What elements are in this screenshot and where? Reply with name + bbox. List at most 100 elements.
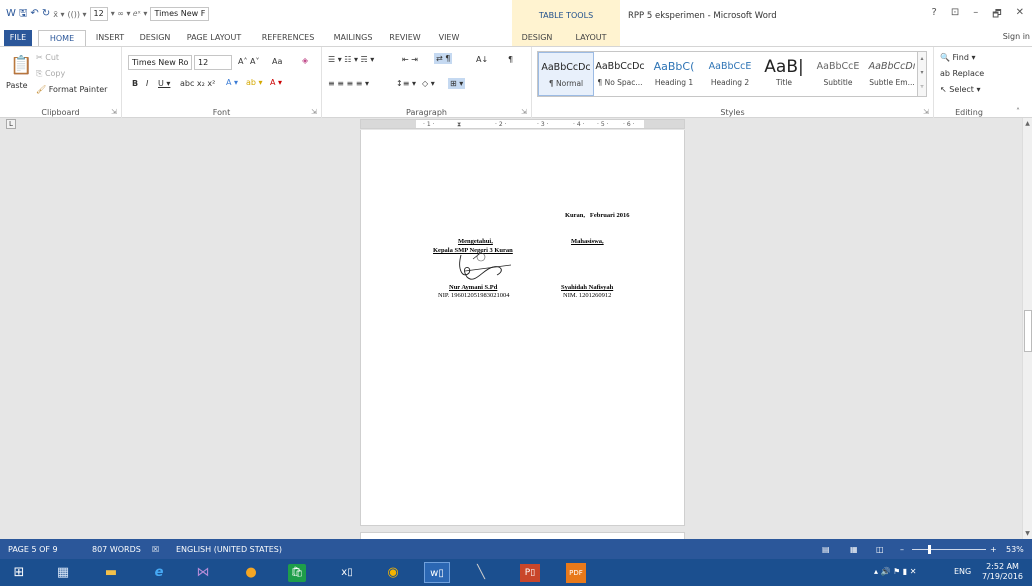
style-subtle-emphasis[interactable]: AaBbCcDı Subtle Em...: [864, 52, 920, 96]
print-layout-icon[interactable]: ▦: [850, 545, 858, 554]
tab-design[interactable]: DESIGN: [134, 30, 176, 46]
font-color-icon[interactable]: A ▾: [270, 78, 282, 87]
scroll-thumb[interactable]: [1024, 310, 1032, 352]
redo-icon[interactable]: ↻: [42, 7, 50, 21]
show-marks-icon[interactable]: ⇄ ¶: [434, 53, 453, 64]
highlight-icon[interactable]: ab ▾: [246, 78, 263, 87]
paste-button[interactable]: Paste: [6, 81, 28, 90]
style-title[interactable]: AaB| Title: [756, 52, 812, 96]
tab-review[interactable]: REVIEW: [382, 30, 428, 46]
style-heading-1[interactable]: AaBbC( Heading 1: [646, 52, 702, 96]
bullets-icon[interactable]: ☰ ▾ ☷ ▾ ☴ ▾: [328, 55, 374, 64]
zoom-level[interactable]: 53%: [1006, 545, 1024, 554]
scroll-down-icon[interactable]: ▼: [1023, 530, 1032, 537]
clipboard-launcher-icon[interactable]: ⇲: [111, 108, 117, 116]
equation-icon[interactable]: (()) ▾: [68, 10, 87, 19]
pdf-icon[interactable]: PDF: [566, 563, 586, 583]
read-mode-icon[interactable]: ▤: [822, 545, 830, 554]
sign-in-link[interactable]: Sign in: [1003, 32, 1030, 41]
borders-icon[interactable]: ⊞ ▾: [448, 78, 466, 89]
tab-references[interactable]: REFERENCES: [252, 30, 324, 46]
grow-font-icon[interactable]: A˄ A˅: [238, 57, 260, 66]
line-spacing-icon[interactable]: ↕≡ ▾: [396, 79, 416, 88]
tab-file[interactable]: FILE: [4, 30, 32, 46]
copy-button[interactable]: ⎘ Copy: [36, 69, 65, 79]
media-icon[interactable]: ●: [240, 562, 262, 583]
font-launcher-icon[interactable]: ⇲: [311, 108, 317, 116]
paragraph-launcher-icon[interactable]: ⇲: [521, 108, 527, 116]
strikethrough-icon[interactable]: abc x₂ x²: [180, 79, 215, 88]
format-painter-button[interactable]: 🖌 Format Painter: [36, 85, 107, 94]
word-icon[interactable]: w▯: [424, 562, 450, 583]
page-count[interactable]: PAGE 5 OF 9: [8, 545, 58, 554]
font-size-select[interactable]: 12: [194, 55, 232, 70]
subscript-icon[interactable]: x̄ ▾: [53, 10, 64, 19]
file-explorer-icon[interactable]: ▬: [100, 562, 122, 583]
close-icon[interactable]: ✕: [1016, 7, 1024, 24]
tab-page-layout[interactable]: PAGE LAYOUT: [180, 30, 248, 46]
tool-icon[interactable]: ╲: [470, 562, 492, 583]
next-page[interactable]: [360, 532, 685, 539]
zoom-slider[interactable]: [912, 545, 986, 554]
vertical-scrollbar[interactable]: ▲ ▼: [1022, 118, 1032, 539]
bold-icon[interactable]: B: [132, 79, 138, 88]
help-icon[interactable]: ?: [932, 7, 937, 24]
ribbon-display-icon[interactable]: ⊡: [951, 7, 959, 24]
horizontal-ruler[interactable]: · 1 · ⧗ · 2 · · 3 · · 4 · · 5 · · 6 ·: [360, 119, 685, 129]
tab-mailings[interactable]: MAILINGS: [328, 30, 378, 46]
calculator-icon[interactable]: ▦: [52, 562, 74, 583]
document-page[interactable]: Kuran, Februari 2016 Mengetahui, Kepala …: [360, 130, 685, 526]
qat-font-name[interactable]: Times New F: [150, 7, 210, 21]
clear-format-icon[interactable]: ◈: [302, 56, 308, 65]
tab-insert[interactable]: INSERT: [90, 30, 130, 46]
document-area[interactable]: Kuran, Februari 2016 Mengetahui, Kepala …: [0, 130, 1022, 539]
internet-explorer-icon[interactable]: e: [148, 562, 170, 583]
undo-icon[interactable]: ↶: [30, 7, 38, 21]
language-status[interactable]: ENGLISH (UNITED STATES): [176, 545, 282, 554]
store-icon[interactable]: 🛍: [288, 564, 306, 582]
input-language[interactable]: ENG: [954, 567, 971, 576]
symbol-icon[interactable]: ▾ ∞ ▾ 𝑒ˣ ▾: [111, 9, 148, 19]
chrome-icon[interactable]: ◉: [382, 562, 404, 583]
powerpoint-icon[interactable]: P▯: [520, 564, 540, 582]
tab-home[interactable]: HOME: [38, 30, 86, 47]
tab-view[interactable]: VIEW: [432, 30, 466, 46]
paste-icon[interactable]: 📋: [10, 55, 32, 76]
sort-icon[interactable]: A↓: [476, 55, 488, 64]
minimize-icon[interactable]: –: [973, 7, 978, 24]
style-heading-2[interactable]: AaBbCcE Heading 2: [702, 52, 758, 96]
styles-launcher-icon[interactable]: ⇲: [923, 108, 929, 116]
replace-button[interactable]: ab Replace: [940, 69, 984, 78]
find-button[interactable]: 🔍 Find ▾: [940, 53, 975, 62]
tab-table-design[interactable]: DESIGN: [512, 30, 562, 46]
excel-icon[interactable]: x▯: [336, 562, 358, 583]
text-effects-icon[interactable]: A ▾: [226, 78, 238, 87]
style-subtitle[interactable]: AaBbCcE Subtitle: [810, 52, 866, 96]
align-icon[interactable]: ≡ ≡ ≡ ≡ ▾: [328, 79, 369, 88]
word-count[interactable]: 807 WORDS: [92, 545, 141, 554]
underline-icon[interactable]: U ▾: [158, 79, 170, 88]
styles-scroll[interactable]: ▴ ▾ ▿: [917, 51, 927, 97]
visual-studio-icon[interactable]: ⋈: [192, 562, 214, 583]
indent-icon[interactable]: ⇤ ⇥: [402, 55, 418, 64]
italic-icon[interactable]: I: [146, 79, 148, 88]
style-normal[interactable]: AaBbCcDc ¶ Normal: [538, 52, 594, 96]
tab-table-layout[interactable]: LAYOUT: [562, 30, 620, 46]
windows-icon[interactable]: ⊞: [8, 562, 30, 583]
qat-font-size[interactable]: 12: [89, 7, 108, 21]
zoom-slider-thumb[interactable]: [928, 545, 932, 554]
zoom-out-icon[interactable]: –: [900, 545, 904, 554]
style-no-spacing[interactable]: AaBbCcDc ¶ No Spac...: [592, 52, 648, 96]
word-icon[interactable]: W: [6, 7, 16, 21]
tab-selector-icon[interactable]: L: [6, 119, 16, 129]
clock[interactable]: 2:52 AM 7/19/2016: [982, 562, 1023, 582]
select-button[interactable]: ↖ Select ▾: [940, 85, 981, 94]
web-layout-icon[interactable]: ◫: [876, 545, 884, 554]
tray-icons[interactable]: ▴ 🔊 ⚑ ▮ ✕: [874, 567, 916, 576]
save-icon[interactable]: 🖫: [19, 7, 28, 21]
change-case-button[interactable]: Aa: [272, 57, 282, 66]
maximize-icon[interactable]: 🗗: [992, 7, 1001, 24]
cut-button[interactable]: ✂ Cut: [36, 53, 59, 62]
collapse-ribbon-icon[interactable]: ˄: [1016, 107, 1020, 116]
pilcrow-icon[interactable]: ¶: [508, 55, 513, 64]
